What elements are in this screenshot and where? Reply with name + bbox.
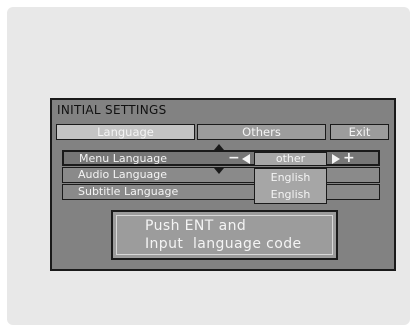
- message-line-1: Push ENT and: [145, 218, 247, 234]
- dropdown-option[interactable]: English: [255, 169, 326, 186]
- language-dropdown: English English: [254, 168, 327, 204]
- panel-title: INITIAL SETTINGS: [57, 103, 167, 117]
- tab-others[interactable]: Others: [197, 124, 326, 140]
- decrease-icon[interactable]: −: [228, 151, 240, 165]
- dropdown-option[interactable]: English: [255, 186, 326, 203]
- scroll-down-arrow-icon[interactable]: [214, 168, 224, 174]
- tab-language[interactable]: Language: [56, 124, 195, 140]
- previous-value-icon[interactable]: [242, 154, 250, 164]
- row-label: Subtitle Language: [78, 185, 179, 198]
- instruction-message-box: Push ENT and Input language code: [111, 210, 338, 260]
- row-label: Menu Language: [79, 152, 167, 165]
- menu-language-value[interactable]: other: [254, 152, 327, 166]
- initial-settings-panel: INITIAL SETTINGS Language Others Exit Me…: [50, 98, 396, 271]
- tab-exit[interactable]: Exit: [330, 124, 389, 140]
- message-line-2: Input language code: [145, 236, 302, 252]
- scroll-up-arrow-icon[interactable]: [214, 144, 224, 150]
- row-subtitle-language[interactable]: Subtitle Language: [62, 184, 380, 200]
- row-label: Audio Language: [78, 168, 168, 181]
- next-value-icon[interactable]: [332, 154, 340, 164]
- increase-icon[interactable]: +: [343, 151, 355, 165]
- screen-background: INITIAL SETTINGS Language Others Exit Me…: [7, 7, 410, 325]
